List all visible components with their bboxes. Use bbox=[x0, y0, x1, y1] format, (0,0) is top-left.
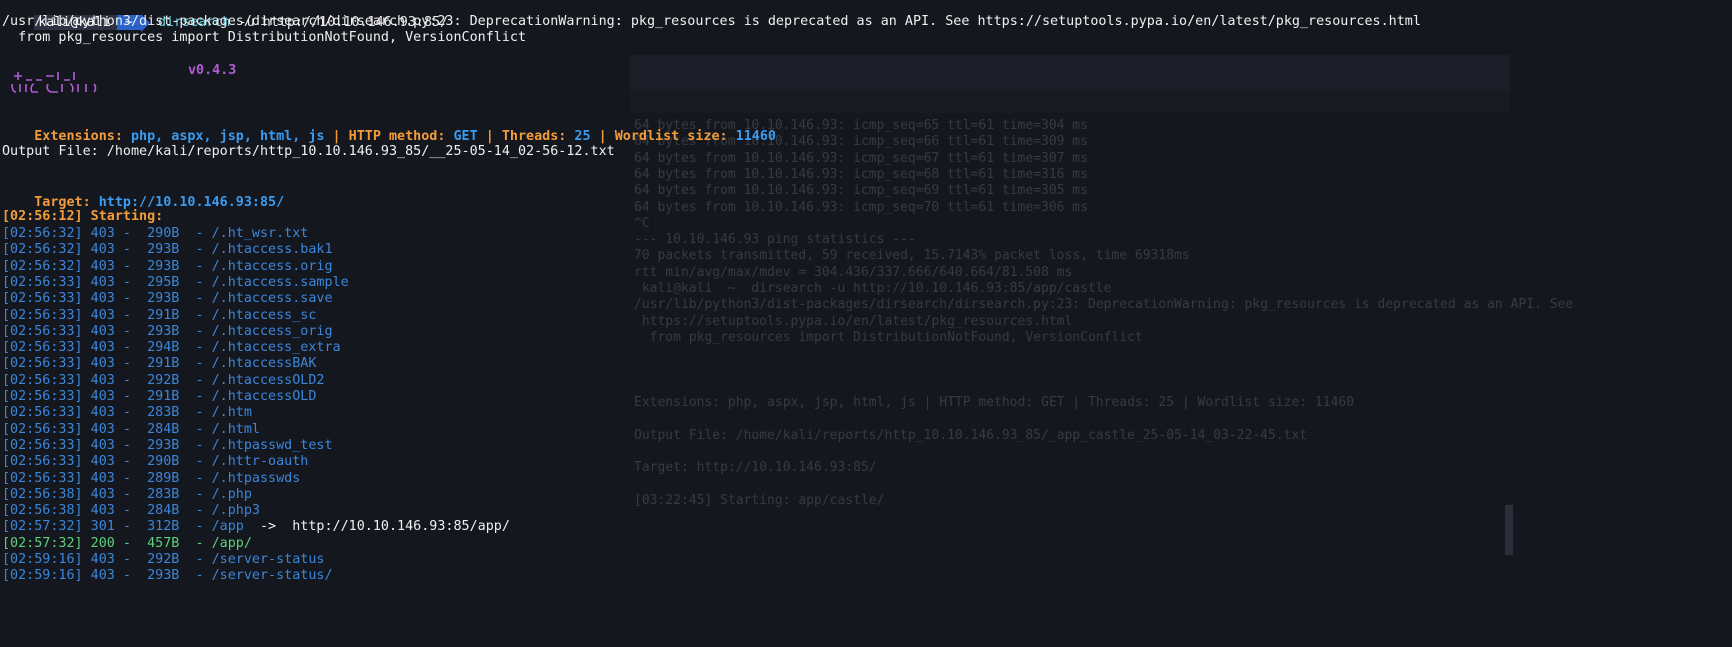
result-text: [02:56:33] 403 - 289B - /.htpasswds bbox=[2, 470, 301, 486]
result-text: [02:56:33] 403 - 293B - /.htpasswd_test bbox=[2, 437, 333, 453]
result-row: [02:57:32] 301 - 312B - /app -> http://1… bbox=[2, 518, 510, 536]
prompt-line: kali@kali ~ dirsearch -u http://10.10.146… bbox=[2, 0, 448, 32]
result-row: [02:56:33] 403 - 290B - /.httr-oauth bbox=[2, 453, 308, 471]
result-text: [02:56:33] 403 - 294B - /.htaccess_extra bbox=[2, 340, 341, 356]
result-text: [02:57:32] 301 - 312B - /app bbox=[2, 519, 244, 535]
result-row: [02:59:16] 403 - 293B - /server-status/ bbox=[2, 567, 333, 585]
terminal-window[interactable]: 64 bytes from 10.10.146.93: icmp_seq=65 … bbox=[0, 0, 1732, 647]
result-text: [02:56:38] 403 - 284B - /.php3 bbox=[2, 503, 260, 519]
result-text: [02:59:16] 403 - 293B - /server-status/ bbox=[2, 568, 333, 584]
wordlist-value: 11460 bbox=[735, 129, 776, 144]
dirsearch-logo bbox=[11, 72, 97, 93]
config-line: Extensions: php, aspx, jsp, html, js | H… bbox=[2, 110, 776, 144]
ghost-line: Output File: /home/kali/reports/http_10.… bbox=[634, 427, 1308, 443]
result-text: [02:56:33] 403 - 293B - /.htaccess_orig bbox=[2, 323, 333, 339]
result-text: [02:59:16] 403 - 292B - /server-status bbox=[2, 552, 325, 567]
result-row: [02:56:33] 403 - 293B - /.htaccess.save bbox=[2, 290, 333, 308]
result-text: [02:56:33] 403 - 292B - /.htaccessOLD2 bbox=[2, 372, 325, 388]
result-row: [02:57:32] 200 - 457B - /app/ bbox=[2, 535, 252, 553]
result-row: [02:56:33] 403 - 289B - /.htpasswds bbox=[2, 470, 300, 488]
threads-label: Threads: bbox=[501, 129, 567, 144]
method-value: GET bbox=[453, 129, 478, 144]
warning-line-2: from pkg_resources import DistributionNo… bbox=[2, 30, 527, 45]
result-row: [02:56:32] 403 - 293B - /.htaccess.orig bbox=[2, 258, 333, 276]
extensions-value: php, aspx, jsp, html, js bbox=[131, 129, 325, 144]
extensions-label: Extensions: bbox=[34, 129, 123, 144]
result-text: [02:56:32] 403 - 290B - /.ht_wsr.txt bbox=[2, 226, 309, 241]
ghost-line: 70 packets transmitted, 59 received, 15.… bbox=[634, 248, 1190, 264]
result-text: [02:56:33] 403 - 291B - /.htaccessBAK bbox=[2, 356, 317, 372]
ghost-line: ^C bbox=[634, 215, 650, 231]
ghost-line: Target: http://10.10.146.93:85/ bbox=[634, 460, 877, 476]
ghost-line: from pkg_resources import DistributionNo… bbox=[634, 329, 1143, 345]
result-row: [02:56:33] 403 - 283B - /.htm bbox=[2, 404, 252, 422]
result-row: [02:56:38] 403 - 283B - /.php bbox=[2, 486, 252, 504]
target-line: Target: http://10.10.146.93:85/ bbox=[2, 176, 284, 210]
ghost-line: Extensions: php, aspx, jsp, html, js | H… bbox=[634, 395, 1355, 411]
starting-line: [02:56:12] Starting: bbox=[2, 209, 164, 224]
result-row: [02:56:38] 403 - 284B - /.php3 bbox=[2, 502, 260, 520]
result-text: [02:56:32] 403 - 293B - /.htaccess.bak1 bbox=[2, 242, 333, 258]
result-row: [02:56:33] 403 - 291B - /.htaccessBAK bbox=[2, 355, 316, 373]
separator: | bbox=[332, 129, 341, 144]
result-row: [02:59:16] 403 - 292B - /server-status bbox=[2, 551, 324, 569]
ghost-line: --- 10.10.146.93 ping statistics --- bbox=[634, 232, 916, 248]
redirect-target: -> http://10.10.146.93:85/app/ bbox=[243, 519, 510, 535]
version-label: v0.4.3 bbox=[188, 63, 237, 78]
threads-value: 25 bbox=[574, 129, 591, 144]
ghost-line: [03:22:45] Starting: app/castle/ bbox=[634, 492, 885, 508]
ghost-titlebar bbox=[630, 55, 1510, 91]
result-row: [02:56:33] 403 - 291B - /.htaccess_sc bbox=[2, 307, 316, 325]
output-file-line: Output File: /home/kali/reports/http_10.… bbox=[2, 144, 615, 159]
wordlist-label: Wordlist size: bbox=[614, 129, 728, 144]
result-text: [02:56:33] 403 - 291B - /.htaccessOLD bbox=[2, 389, 317, 404]
result-row: [02:56:33] 403 - 291B - /.htaccessOLD bbox=[2, 388, 316, 406]
result-text: [02:56:32] 403 - 293B - /.htaccess.orig bbox=[2, 258, 333, 274]
result-row: [02:56:32] 403 - 290B - /.ht_wsr.txt bbox=[2, 225, 308, 243]
result-text: [02:56:33] 403 - 283B - /.htm bbox=[2, 405, 252, 421]
result-row: [02:56:33] 403 - 292B - /.htaccessOLD2 bbox=[2, 372, 324, 390]
result-text: [02:56:38] 403 - 283B - /.php bbox=[2, 486, 252, 502]
result-text: [02:57:32] 200 - 457B - /app/ bbox=[2, 535, 252, 551]
result-row: [02:56:33] 403 - 293B - /.htaccess_orig bbox=[2, 323, 333, 341]
separator: | bbox=[598, 129, 607, 144]
result-text: [02:56:33] 403 - 293B - /.htaccess.save bbox=[2, 291, 333, 307]
ghost-line: 64 bytes from 10.10.146.93: icmp_seq=69 … bbox=[634, 183, 1088, 199]
ghost-line: /usr/lib/python3/dist-packages/dirsearch… bbox=[634, 297, 1574, 313]
result-row: [02:56:32] 403 - 293B - /.htaccess.bak1 bbox=[2, 241, 333, 259]
scrollbar-thumb[interactable] bbox=[1505, 505, 1513, 555]
result-row: [02:56:33] 403 - 284B - /.html bbox=[2, 421, 260, 439]
background-terminal-ghost: 64 bytes from 10.10.146.93: icmp_seq=65 … bbox=[630, 55, 1720, 645]
ghost-line: 64 bytes from 10.10.146.93: icmp_seq=67 … bbox=[634, 150, 1088, 166]
result-text: [02:56:33] 403 - 295B - /.htaccess.sampl… bbox=[2, 274, 349, 290]
ghost-line: kali@kali ~ dirsearch -u http://10.10.14… bbox=[634, 281, 1112, 296]
separator: | bbox=[485, 129, 494, 144]
result-text: [02:56:33] 403 - 284B - /.html bbox=[2, 421, 260, 437]
ghost-line: rtt min/avg/max/mdev = 304.436/337.666/6… bbox=[634, 264, 1073, 280]
result-row: [02:56:33] 403 - 294B - /.htaccess_extra bbox=[2, 339, 341, 357]
result-row: [02:56:33] 403 - 293B - /.htpasswd_test bbox=[2, 437, 333, 455]
ghost-line: https://setuptools.pypa.io/en/latest/pkg… bbox=[634, 313, 1073, 329]
method-label: HTTP method: bbox=[348, 129, 446, 144]
result-text: [02:56:33] 403 - 291B - /.htaccess_sc bbox=[2, 307, 317, 323]
ghost-line: 64 bytes from 10.10.146.93: icmp_seq=70 … bbox=[634, 199, 1088, 215]
ghost-line: 64 bytes from 10.10.146.93: icmp_seq=68 … bbox=[634, 166, 1088, 182]
result-text: [02:56:33] 403 - 290B - /.httr-oauth bbox=[2, 454, 309, 470]
result-row: [02:56:33] 403 - 295B - /.htaccess.sampl… bbox=[2, 274, 349, 292]
